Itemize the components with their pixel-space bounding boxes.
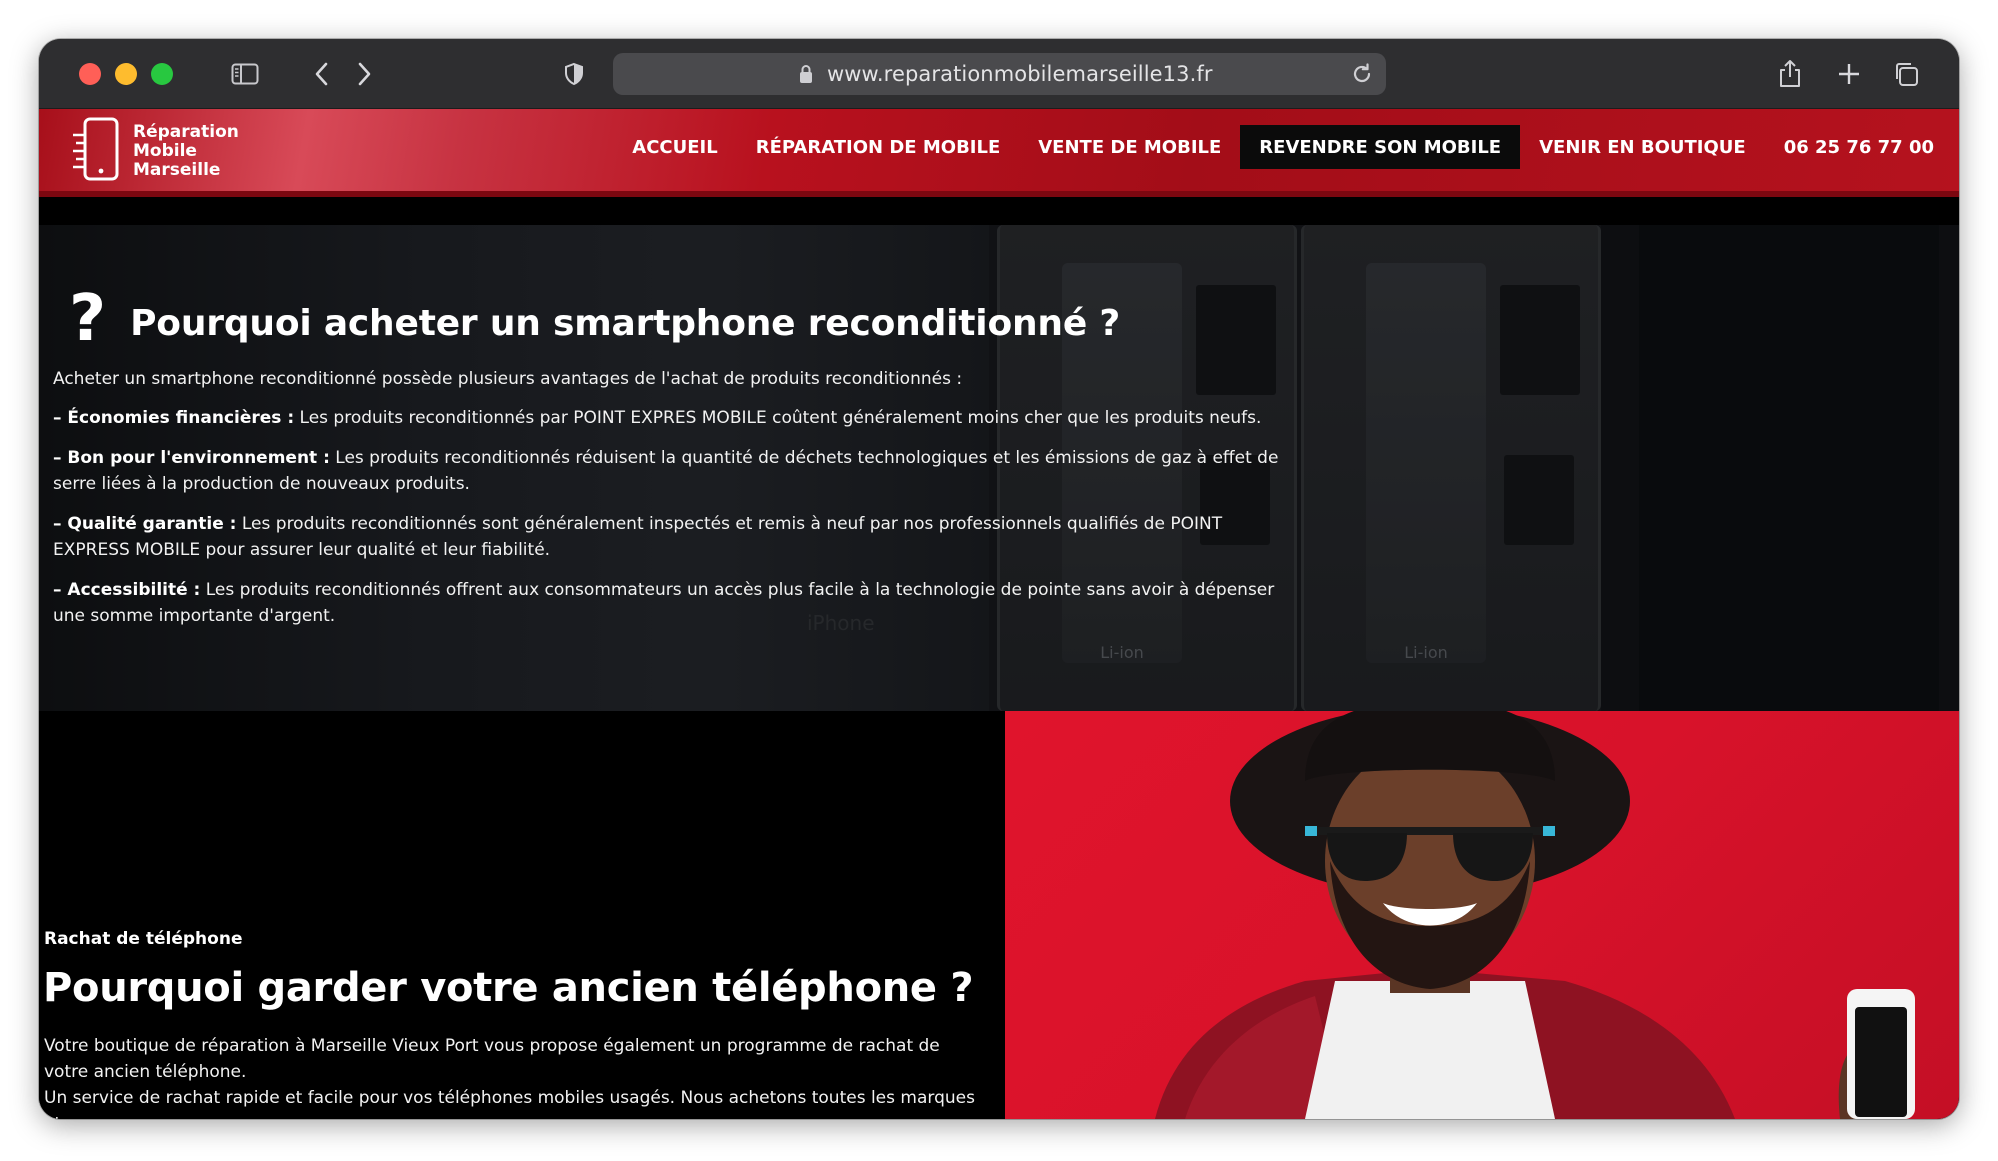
buyback-section: Rachat de téléphone Pourquoi garder votr…	[39, 711, 1959, 1119]
refurbished-intro: Acheter un smartphone reconditionné poss…	[53, 369, 963, 389]
buyback-text-column: Rachat de téléphone Pourquoi garder votr…	[39, 711, 1005, 1119]
buyback-paragraph: Un service de rachat rapide et facile po…	[44, 1088, 975, 1119]
buyback-paragraph: Votre boutique de réparation à Marseille…	[44, 1036, 940, 1082]
forward-icon[interactable]	[349, 55, 379, 93]
maximize-window-button[interactable]	[151, 63, 173, 85]
nav-vente-de-mobile[interactable]: VENTE DE MOBILE	[1019, 125, 1240, 169]
advantage-text: Les produits reconditionnés offrent aux …	[53, 580, 1275, 626]
close-window-button[interactable]	[79, 63, 101, 85]
logo-line-1: Réparation	[133, 122, 239, 142]
buyback-kicker: Rachat de téléphone	[44, 929, 243, 949]
refurbished-section: Li-ion Li-ion iPhone ? Pourquoi acheter …	[39, 225, 1959, 711]
lock-icon	[800, 65, 812, 83]
logo-line-2: Mobile	[133, 141, 197, 161]
advantage-text: Les produits reconditionnés par POINT EX…	[294, 408, 1262, 428]
header-spacer	[39, 197, 1959, 225]
advantage-lead: – Économies financières :	[53, 408, 295, 428]
sidebar-toggle-icon[interactable]	[227, 55, 263, 93]
site-logo[interactable]: Réparation Mobile Marseille	[47, 115, 247, 185]
nav-reparation-de-mobile[interactable]: RÉPARATION DE MOBILE	[737, 125, 1020, 169]
logo-text: Réparation Mobile Marseille	[133, 123, 253, 180]
address-bar[interactable]: www.reparationmobilemarseille13.fr	[613, 53, 1386, 95]
question-mark-icon: ?	[69, 282, 107, 356]
site-header: Réparation Mobile Marseille ACCUEIL RÉPA…	[39, 109, 1959, 197]
reload-icon[interactable]	[1350, 62, 1374, 86]
browser-toolbar: www.reparationmobilemarseille13.fr	[39, 39, 1959, 109]
refurbished-content: ? Pourquoi acheter un smartphone recondi…	[53, 225, 1313, 711]
advantages-list: – Économies financières : Les produits r…	[53, 405, 1303, 643]
advantage-accessibility: – Accessibilité : Les produits reconditi…	[53, 577, 1303, 629]
minimize-window-button[interactable]	[115, 63, 137, 85]
refurbished-heading: ? Pourquoi acheter un smartphone recondi…	[69, 287, 1121, 351]
nav-revendre-son-mobile[interactable]: REVENDRE SON MOBILE	[1240, 125, 1521, 169]
advantage-lead: – Qualité garantie :	[53, 514, 237, 534]
advantage-environment: – Bon pour l'environnement : Les produit…	[53, 445, 1303, 497]
share-icon[interactable]	[1773, 55, 1807, 93]
nav-phone-number[interactable]: 06 25 76 77 00	[1765, 125, 1953, 169]
man-with-phone-photo	[1005, 711, 1959, 1119]
main-nav: ACCUEIL RÉPARATION DE MOBILE VENTE DE MO…	[613, 125, 1953, 169]
nav-accueil[interactable]: ACCUEIL	[613, 125, 736, 169]
back-icon[interactable]	[307, 55, 337, 93]
advantage-quality: – Qualité garantie : Les produits recond…	[53, 511, 1303, 563]
advantage-lead: – Accessibilité :	[53, 580, 201, 600]
buyback-title: Pourquoi garder votre ancien téléphone ?	[43, 965, 974, 1011]
phone-logo-icon	[73, 117, 119, 181]
buyback-body: Votre boutique de réparation à Marseille…	[44, 1033, 984, 1119]
privacy-shield-icon[interactable]	[559, 55, 589, 93]
url-text: www.reparationmobilemarseille13.fr	[827, 62, 1213, 86]
advantage-savings: – Économies financières : Les produits r…	[53, 405, 1303, 431]
nav-venir-en-boutique[interactable]: VENIR EN BOUTIQUE	[1520, 125, 1765, 169]
tab-overview-icon[interactable]	[1889, 55, 1923, 93]
logo-line-3: Marseille	[133, 160, 221, 180]
browser-window: www.reparationmobilemarseille13.fr Répar…	[39, 39, 1959, 1119]
new-tab-icon[interactable]	[1832, 55, 1866, 93]
man-with-hat-illustration	[1155, 711, 1915, 1119]
refurbished-title: Pourquoi acheter un smartphone reconditi…	[130, 302, 1121, 344]
advantage-lead: – Bon pour l'environnement :	[53, 448, 330, 468]
